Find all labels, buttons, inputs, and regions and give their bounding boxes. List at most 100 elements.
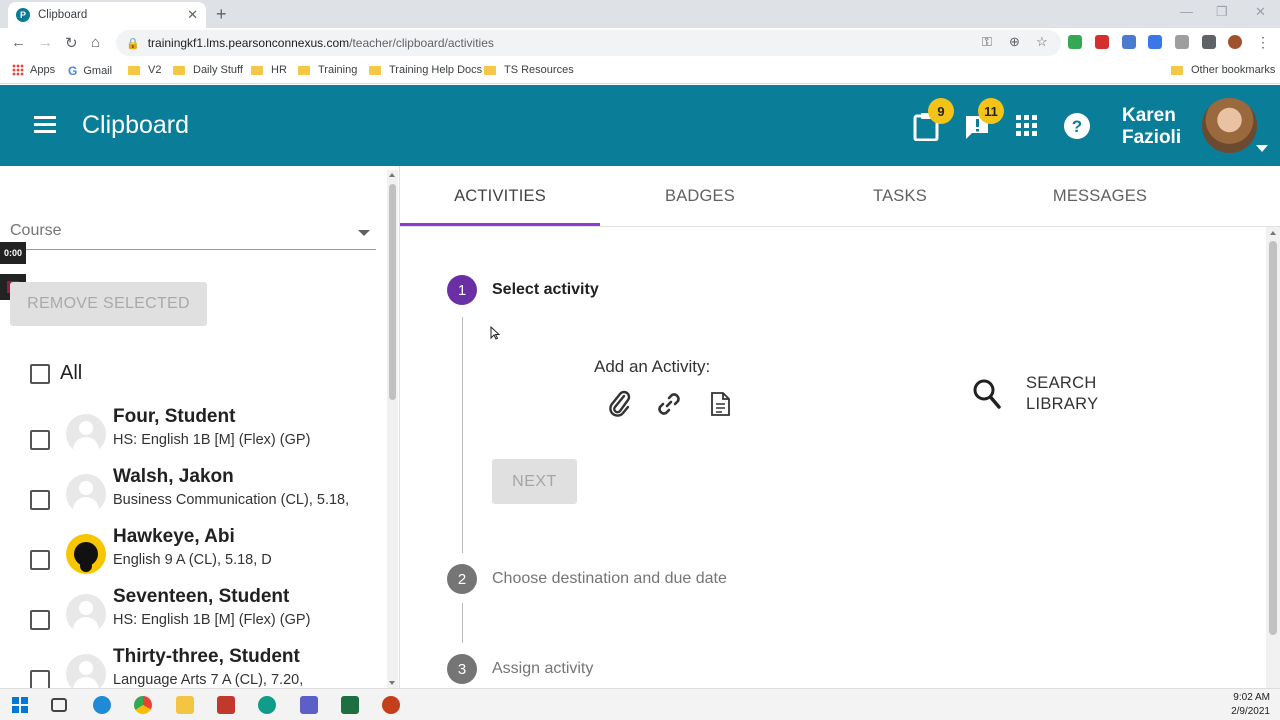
- student-checkbox[interactable]: [30, 670, 50, 688]
- mouse-cursor-icon: [490, 326, 500, 340]
- help-icon[interactable]: ?: [1063, 112, 1091, 140]
- forward-icon[interactable]: →: [38, 34, 53, 51]
- bookmark-ts-resources[interactable]: TS Resources: [484, 64, 574, 76]
- bookmark-star-icon[interactable]: ☆: [1036, 34, 1048, 50]
- bookmark-apps[interactable]: Apps: [12, 64, 55, 76]
- key-icon[interactable]: ⚿: [982, 34, 992, 50]
- main-scrollbar[interactable]: [1266, 227, 1280, 688]
- chrome-icon[interactable]: [134, 696, 152, 714]
- attach-file-icon[interactable]: [606, 390, 634, 418]
- select-all-checkbox[interactable]: [30, 363, 50, 384]
- step-1-number: 1: [447, 275, 477, 305]
- teams-icon[interactable]: [300, 696, 318, 714]
- select-all-row[interactable]: All: [30, 362, 82, 385]
- search-library-button[interactable]: SEARCH LIBRARY: [972, 373, 1098, 415]
- address-bar[interactable]: 🔒 trainingkf1.lms.pearsonconnexus.com/te…: [116, 30, 1061, 56]
- puzzle-icon[interactable]: [1202, 35, 1216, 49]
- step-3-number: 3: [447, 654, 477, 684]
- profile-avatar-icon[interactable]: [1228, 35, 1242, 49]
- menu-icon[interactable]: [34, 116, 56, 134]
- student-row[interactable]: Thirty-three, Student Language Arts 7 A …: [30, 646, 390, 688]
- system-clock[interactable]: 9:02 AM 2/9/2021: [1231, 691, 1270, 719]
- scroll-up-icon[interactable]: [1270, 231, 1276, 235]
- browser-tab[interactable]: P Clipboard ✕: [8, 2, 206, 28]
- tab-messages[interactable]: MESSAGES: [1000, 187, 1200, 206]
- powerpoint-icon[interactable]: [382, 696, 400, 714]
- bookmark-v2[interactable]: V2: [128, 64, 161, 76]
- tab-tasks[interactable]: TASKS: [800, 187, 1000, 206]
- search-library-label-2: LIBRARY: [1026, 395, 1099, 413]
- student-checkbox[interactable]: [30, 490, 50, 510]
- student-checkbox[interactable]: [30, 610, 50, 630]
- translate-extension-icon[interactable]: [1148, 35, 1162, 49]
- student-row[interactable]: Seventeen, Student HS: English 1B [M] (F…: [30, 586, 390, 646]
- next-button[interactable]: NEXT: [492, 459, 577, 504]
- home-icon[interactable]: ⌂: [91, 34, 100, 51]
- reload-icon[interactable]: ↻: [65, 34, 78, 52]
- zoom-icon[interactable]: ⊕: [1009, 34, 1020, 50]
- windows-taskbar: 9:02 AM 2/9/2021: [0, 688, 1280, 720]
- clipboard-tabs: ACTIVITIES BADGES TASKS MESSAGES: [400, 166, 1280, 227]
- pearson-favicon-icon: P: [16, 8, 30, 22]
- edge-icon[interactable]: [93, 696, 111, 714]
- student-row[interactable]: Four, Student HS: English 1B [M] (Flex) …: [30, 406, 390, 466]
- search-icon: [973, 379, 1001, 409]
- back-icon[interactable]: ←: [11, 34, 26, 51]
- snipping-tool-icon[interactable]: [217, 696, 235, 714]
- browser-menu-icon[interactable]: ⋮: [1256, 34, 1270, 51]
- scrollbar-thumb[interactable]: [389, 184, 396, 400]
- windows-start-icon[interactable]: [12, 697, 28, 713]
- extension-icon[interactable]: [1068, 35, 1082, 49]
- window-close-icon[interactable]: ✕: [1255, 4, 1266, 20]
- step-3-label[interactable]: Assign activity: [492, 660, 593, 678]
- edge-dev-icon[interactable]: [258, 696, 276, 714]
- bookmark-training[interactable]: Training: [298, 64, 357, 76]
- remove-selected-button[interactable]: REMOVE SELECTED: [10, 282, 207, 326]
- document-icon[interactable]: [706, 390, 734, 418]
- restore-icon[interactable]: ❐: [1216, 4, 1228, 20]
- student-checkbox[interactable]: [30, 550, 50, 570]
- student-row[interactable]: Hawkeye, Abi English 9 A (CL), 5.18, D: [30, 526, 390, 586]
- student-class: HS: English 1B [M] (Flex) (GP): [113, 612, 311, 628]
- step-2-label[interactable]: Choose destination and due date: [492, 570, 727, 588]
- scrollbar-thumb[interactable]: [1269, 241, 1277, 635]
- scroll-up-icon[interactable]: [389, 173, 395, 177]
- google-icon: G: [68, 64, 78, 78]
- student-avatar: [66, 654, 106, 688]
- tab-activities[interactable]: ACTIVITIES: [400, 187, 600, 206]
- add-activity-label: Add an Activity:: [594, 357, 711, 376]
- bookmark-other[interactable]: Other bookmarks: [1171, 64, 1275, 76]
- user-menu-caret-icon[interactable]: [1256, 145, 1268, 152]
- bookmark-gmail[interactable]: G Gmail: [68, 64, 112, 78]
- select-all-label: All: [60, 362, 83, 384]
- bookmark-training-help-docs[interactable]: Training Help Docs: [369, 64, 482, 76]
- user-name[interactable]: Karen Fazioli: [1122, 105, 1181, 149]
- url-path: /teacher/clipboard/activities: [349, 36, 494, 50]
- student-class: English 9 A (CL), 5.18, D: [113, 552, 272, 568]
- task-view-icon[interactable]: [51, 698, 67, 712]
- student-avatar: [66, 474, 106, 514]
- bookmark-hr[interactable]: HR: [251, 64, 287, 76]
- folder-icon: [1171, 65, 1183, 75]
- apps-grid-icon[interactable]: [1016, 115, 1038, 137]
- recording-timer: 0:00: [0, 242, 26, 264]
- link-icon[interactable]: [655, 390, 683, 418]
- step-1-label[interactable]: Select activity: [492, 281, 599, 299]
- tab-badges[interactable]: BADGES: [600, 187, 800, 206]
- student-checkbox[interactable]: [30, 430, 50, 450]
- close-tab-icon[interactable]: ✕: [187, 7, 198, 23]
- bookmark-daily-stuff[interactable]: Daily Stuff: [173, 64, 243, 76]
- minimize-icon[interactable]: —: [1180, 4, 1193, 19]
- extension-icon[interactable]: [1175, 35, 1189, 49]
- sidebar-scrollbar[interactable]: [387, 170, 398, 688]
- folder-icon: [298, 65, 310, 75]
- new-tab-icon[interactable]: +: [216, 4, 227, 25]
- excel-icon[interactable]: [341, 696, 359, 714]
- scroll-down-icon[interactable]: [389, 681, 395, 685]
- extension-icon[interactable]: [1122, 35, 1136, 49]
- user-avatar[interactable]: [1200, 96, 1259, 155]
- course-select[interactable]: Course: [10, 222, 376, 250]
- student-row[interactable]: Walsh, Jakon Business Communication (CL)…: [30, 466, 390, 526]
- pdf-extension-icon[interactable]: [1095, 35, 1109, 49]
- file-explorer-icon[interactable]: [176, 696, 194, 714]
